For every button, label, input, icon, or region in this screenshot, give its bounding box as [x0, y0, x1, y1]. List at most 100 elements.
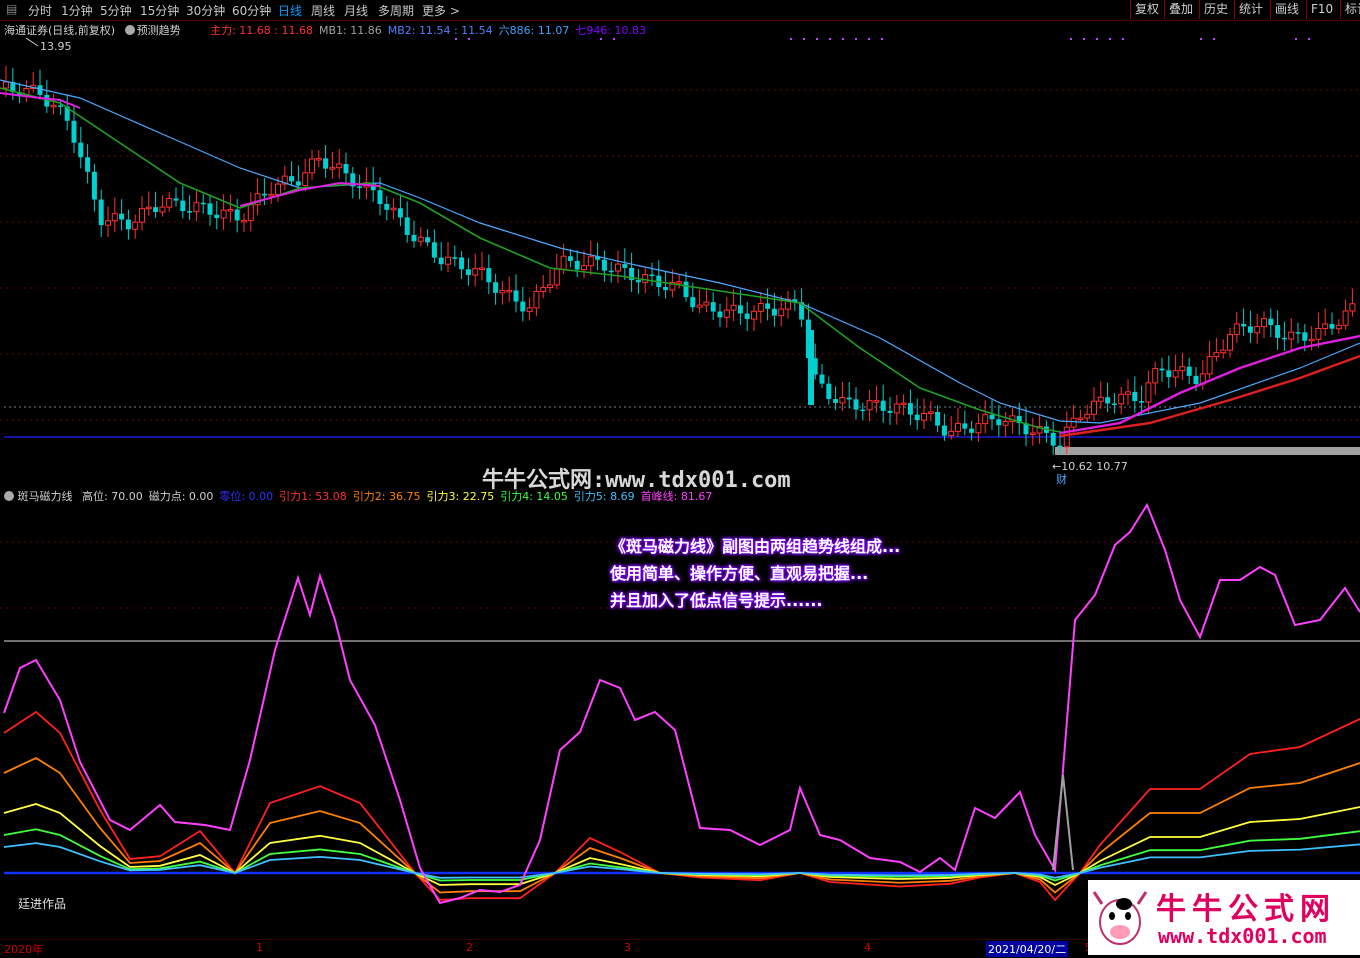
menu-icon[interactable]: ▤: [6, 2, 17, 16]
moving-average-line: [239, 181, 381, 207]
candle: [1281, 337, 1287, 340]
indicator-value: 主力: 11.68 : 11.68: [210, 24, 313, 37]
candle: [91, 171, 97, 200]
candle: [465, 269, 471, 276]
candle: [744, 313, 750, 320]
candle: [247, 204, 254, 221]
candle: [227, 208, 234, 212]
predict-trend-toggle[interactable]: 预测趋势: [124, 24, 191, 37]
candle: [853, 399, 859, 410]
period-toolbar: 分时 1分钟 5分钟 15分钟 30分钟 60分钟 日线 周线 月线 多周期 更多 > 复权 叠加 历史统…: [0, 0, 1360, 21]
candle: [431, 242, 437, 258]
candle: [914, 414, 920, 421]
candle: [1213, 352, 1220, 358]
stock-name[interactable]: 海通证券(日线,前复权): [4, 24, 115, 37]
candle: [581, 265, 587, 271]
candle: [302, 172, 309, 187]
candle: [1029, 432, 1036, 435]
candle: [649, 274, 655, 277]
candle: [1063, 426, 1070, 448]
candle: [1057, 445, 1063, 448]
candle: [622, 264, 628, 268]
watermark: 牛牛公式网:www.tdx001.com: [482, 468, 791, 493]
candle: [336, 163, 343, 169]
candle: [132, 221, 139, 230]
candle: [826, 383, 832, 400]
period-tab[interactable]: 15分钟: [140, 2, 179, 19]
candle: [935, 411, 941, 426]
period-tab[interactable]: 周线: [311, 2, 335, 19]
candle: [1308, 338, 1315, 342]
toolbar-button[interactable]: 画线: [1270, 0, 1303, 19]
candle: [1233, 323, 1240, 335]
toolbar-button[interactable]: 统计: [1234, 0, 1267, 19]
kline-chart[interactable]: 13.95 ←10.62 10.77财: [0, 38, 1360, 486]
candle: [275, 183, 281, 195]
candle: [778, 308, 785, 317]
candle: [234, 209, 240, 221]
period-tab[interactable]: 更多 >: [422, 2, 460, 19]
date-label: 4: [864, 941, 871, 954]
indicator-value: 七946: 10.83: [575, 24, 647, 37]
candle: [690, 297, 696, 308]
candle: [295, 181, 301, 186]
candle: [771, 308, 777, 316]
candle: [574, 260, 580, 270]
candle: [723, 309, 730, 318]
candle: [921, 412, 927, 421]
site-logo: 牛牛公式网 www.tdx001.com: [1088, 880, 1360, 955]
candle: [955, 422, 961, 432]
candle: [547, 284, 553, 288]
candle: [900, 402, 907, 406]
period-tab[interactable]: 日线: [278, 2, 302, 19]
candle: [642, 274, 649, 283]
indicator-value: MB1: 11.86: [318, 24, 382, 37]
candle: [1152, 368, 1159, 384]
candle: [969, 428, 975, 433]
annotation-line: 并且加入了低点信号提示......: [610, 591, 823, 610]
toolbar-button[interactable]: 历史: [1199, 0, 1232, 19]
toolbar-button[interactable]: 叠加: [1164, 0, 1197, 19]
main-indicator-values: 主力: 11.68 : 11.68 MB1: 11.86 MB2: 11.54 : …: [210, 24, 652, 37]
candle: [153, 207, 159, 212]
candle: [180, 200, 186, 212]
period-tab[interactable]: 多周期: [378, 2, 414, 19]
period-tab[interactable]: 1分钟: [61, 2, 93, 19]
candle: [1322, 323, 1329, 330]
toolbar-button[interactable]: F10: [1306, 0, 1337, 19]
candle: [1166, 370, 1172, 378]
candle: [166, 197, 173, 208]
candle: [145, 206, 152, 210]
candle: [1070, 417, 1077, 428]
candle: [1288, 331, 1295, 340]
candle: [139, 208, 145, 223]
candle: [220, 209, 227, 219]
candle: [200, 202, 206, 205]
candle: [1295, 332, 1301, 334]
candle: [1275, 325, 1281, 338]
toolbar-button[interactable]: 复权: [1130, 0, 1163, 19]
candle: [1105, 397, 1111, 404]
period-tab[interactable]: 月线: [344, 2, 368, 19]
period-tab[interactable]: 30分钟: [186, 2, 225, 19]
period-tab[interactable]: 60分钟: [232, 2, 271, 19]
candle: [397, 208, 403, 218]
candle: [1241, 323, 1247, 327]
date-label: 1: [256, 941, 263, 954]
candle: [927, 411, 934, 414]
finance-marker: 财: [1056, 472, 1067, 486]
candle: [111, 213, 118, 222]
candle: [873, 400, 880, 403]
candle: [1254, 326, 1261, 334]
candle: [982, 414, 989, 425]
candle: [1097, 396, 1104, 402]
candle: [1220, 349, 1227, 354]
candle: [241, 219, 247, 223]
moving-average-line: [0, 87, 1066, 434]
toolbar-button[interactable]: 标记: [1340, 0, 1360, 19]
candle: [533, 290, 540, 309]
candle: [1335, 324, 1342, 330]
period-tab[interactable]: 5分钟: [100, 2, 132, 19]
candle: [615, 263, 621, 272]
period-tab[interactable]: 分时: [28, 2, 52, 19]
